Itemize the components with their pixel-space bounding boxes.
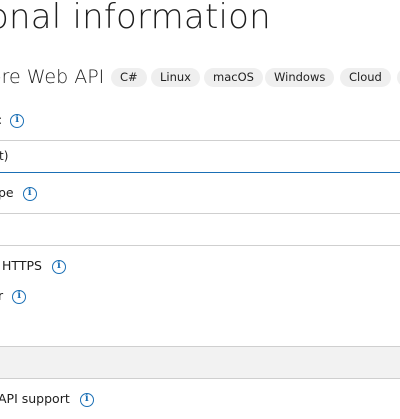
openapi-label-text: API support	[0, 391, 70, 406]
framework-dropdown[interactable]: t)	[0, 140, 400, 173]
tag-csharp: C#	[111, 68, 147, 87]
auth-type-label-text: pe	[0, 185, 14, 200]
project-type-name: ore Web API	[0, 66, 105, 88]
auth-type-label: pe	[0, 185, 37, 201]
https-label-text: HTTPS	[2, 258, 42, 273]
tag-windows: Windows	[265, 68, 335, 87]
auth-type-dropdown[interactable]	[0, 213, 400, 246]
tag-linux: Linux	[151, 68, 200, 87]
docker-label[interactable]: r	[0, 288, 27, 304]
info-icon[interactable]	[51, 259, 66, 274]
https-label[interactable]: HTTPS	[2, 258, 66, 274]
framework-label: :	[0, 112, 25, 128]
docker-label-text: r	[0, 288, 4, 303]
framework-value: t)	[0, 149, 9, 163]
docker-os-dropdown[interactable]	[0, 346, 400, 379]
info-icon[interactable]	[12, 289, 27, 304]
openapi-label[interactable]: API support	[0, 391, 94, 407]
page-title: onal information	[0, 0, 271, 37]
info-icon[interactable]	[10, 113, 25, 128]
tag-macos: macOS	[204, 68, 263, 87]
framework-label-text: :	[0, 112, 2, 127]
info-icon[interactable]	[79, 392, 94, 407]
tag-cloud: Cloud	[340, 68, 391, 87]
info-icon[interactable]	[22, 186, 37, 201]
